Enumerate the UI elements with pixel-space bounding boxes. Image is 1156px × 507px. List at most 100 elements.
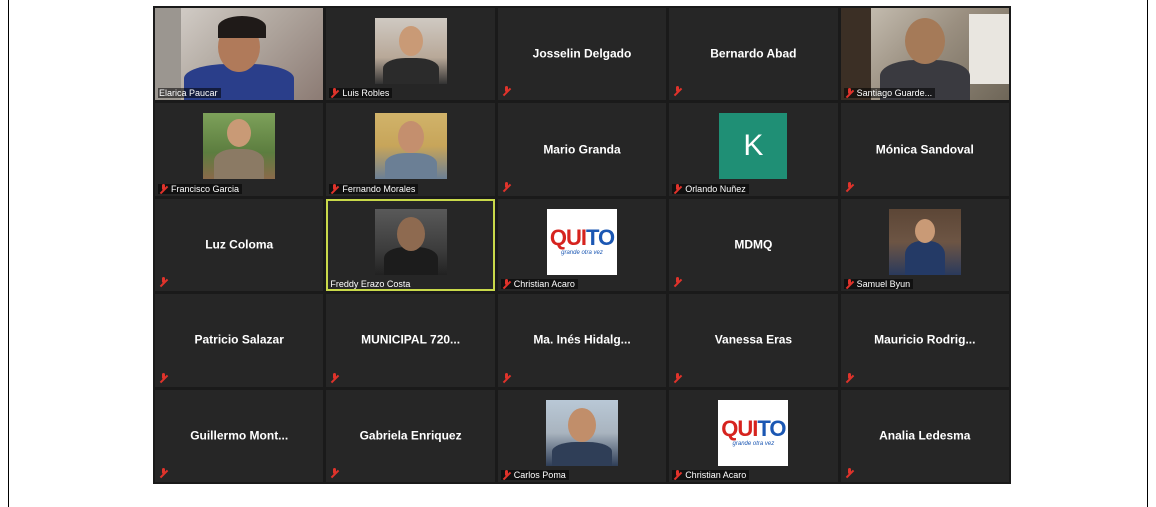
participant-label: Luis Robles xyxy=(329,88,393,99)
participant-name: Carlos Poma xyxy=(513,470,566,480)
person-body xyxy=(382,58,439,84)
logo-wordmark: QUITO xyxy=(721,416,786,442)
mic-muted-icon xyxy=(673,277,682,287)
logo-word-blue: TO xyxy=(757,416,786,442)
participant-name-center: Josselin Delgado xyxy=(532,46,632,61)
avatar-letter: K xyxy=(719,113,788,180)
participant-tile[interactable]: Vanessa Eras xyxy=(669,294,838,387)
mic-muted-icon xyxy=(502,181,511,192)
participant-label: Santiago Guarde... xyxy=(843,88,936,99)
mic-muted-icon xyxy=(330,183,339,194)
participant-label: Orlando Nuñez xyxy=(672,183,749,194)
person-head xyxy=(227,119,252,148)
participant-tile[interactable]: Mario Granda xyxy=(497,103,667,196)
mic-muted-icon xyxy=(845,88,854,98)
person-head xyxy=(914,218,935,243)
mic-muted-icon xyxy=(502,470,511,480)
logo-tagline: grande otra vez xyxy=(561,250,603,257)
participant-name-center: MUNICIPAL 720... xyxy=(361,332,461,347)
participant-name-center: Luz Coloma xyxy=(205,237,274,252)
mic-muted-icon xyxy=(845,181,854,192)
gallery-view: Elarica Paucar Luis Robles Josselin Delg… xyxy=(153,6,1011,484)
participant-photo xyxy=(374,113,447,180)
participant-name-center: Mauricio Rodrig... xyxy=(874,332,976,347)
participant-tile[interactable]: Guillermo Mont... xyxy=(155,389,324,482)
participant-name: Orlando Nuñez xyxy=(685,183,746,194)
participant-name-center: Guillermo Mont... xyxy=(190,428,289,443)
participant-tile[interactable]: MDMQ xyxy=(669,198,838,292)
quito-logo: QUITO grande otra vez xyxy=(546,208,617,275)
logo-word-red: QUI xyxy=(549,225,587,251)
participant-tile[interactable]: Analia Ledesma xyxy=(840,389,1009,482)
participant-label: Carlos Poma xyxy=(500,470,569,480)
mic-muted-icon xyxy=(673,86,682,96)
participant-tile[interactable]: Bernardo Abad xyxy=(669,8,838,101)
participant-name-center: Gabriela Enriquez xyxy=(359,428,462,443)
participant-name: Christian Acaro xyxy=(685,470,747,480)
participant-tile[interactable]: QUITO grande otra vez Christian Acaro xyxy=(669,389,838,482)
person-body xyxy=(384,153,437,180)
participant-name-center: Mónica Sandoval xyxy=(875,141,974,156)
participant-tile[interactable]: Luz Coloma xyxy=(155,198,324,292)
participant-name: Fernando Morales xyxy=(342,183,416,194)
person-head xyxy=(904,18,945,64)
participant-name-center: Ma. Inés Hidalg... xyxy=(533,332,631,347)
participant-tile[interactable]: Samuel Byun xyxy=(840,198,1009,292)
bookshelf xyxy=(840,8,871,101)
participant-name: Freddy Erazo Costa xyxy=(330,279,411,290)
participant-label: Christian Acaro xyxy=(500,279,578,290)
logo-word-blue: TO xyxy=(585,225,615,251)
person-head xyxy=(397,121,424,154)
participant-tile[interactable]: Carlos Poma xyxy=(497,389,667,482)
participant-tile[interactable]: Fernando Morales xyxy=(326,103,495,196)
participant-photo xyxy=(888,208,961,275)
mic-muted-icon xyxy=(159,277,168,287)
participant-photo xyxy=(374,18,447,84)
participant-tile[interactable]: Francisco Garcia xyxy=(155,103,324,196)
participant-tile[interactable]: Mónica Sandoval xyxy=(840,103,1009,196)
participant-tile[interactable]: Patricio Salazar xyxy=(155,294,324,387)
participant-label: Freddy Erazo Costa xyxy=(329,279,413,289)
participant-tile[interactable]: MUNICIPAL 720... xyxy=(326,294,495,387)
person-body xyxy=(383,246,438,275)
participant-label: Fernando Morales xyxy=(329,183,419,194)
participant-name-center: Vanessa Eras xyxy=(714,332,793,347)
video-feed xyxy=(840,8,1009,101)
mic-muted-icon xyxy=(845,279,854,289)
participant-tile[interactable]: Elarica Paucar xyxy=(155,8,324,101)
person-body xyxy=(904,240,945,275)
participant-tile[interactable]: Mauricio Rodrig... xyxy=(840,294,1009,387)
participant-name: Samuel Byun xyxy=(856,279,911,290)
mic-muted-icon xyxy=(330,468,339,478)
person-body xyxy=(551,441,612,466)
participant-photo xyxy=(374,208,447,275)
window-light xyxy=(968,14,1009,84)
participant-label: Francisco Garcia xyxy=(158,183,243,194)
participant-tile[interactable]: Luis Robles xyxy=(326,8,495,101)
mic-muted-icon xyxy=(673,183,682,194)
mic-muted-icon xyxy=(845,468,854,478)
participant-name-center: MDMQ xyxy=(734,237,773,252)
participant-tile[interactable]: QUITO grande otra vez Christian Acaro xyxy=(497,198,667,292)
mic-muted-icon xyxy=(845,372,854,383)
participant-tile[interactable]: Santiago Guarde... xyxy=(840,8,1009,101)
avatar-letter-text: K xyxy=(743,129,764,163)
participant-label: Christian Acaro xyxy=(672,470,750,480)
mic-muted-icon xyxy=(502,372,511,383)
participant-tile[interactable]: K Orlando Nuñez xyxy=(669,103,838,196)
mic-muted-icon xyxy=(502,279,511,289)
page-border-left xyxy=(8,0,9,507)
logo-word-red: QUI xyxy=(721,416,758,442)
person-body xyxy=(214,149,265,180)
participant-name-center: Mario Granda xyxy=(543,141,621,156)
participant-label: Elarica Paucar xyxy=(158,88,221,99)
participant-tile[interactable]: Josselin Delgado xyxy=(497,8,667,101)
participant-tile[interactable]: Ma. Inés Hidalg... xyxy=(497,294,667,387)
mic-muted-icon xyxy=(159,183,168,194)
mic-muted-icon xyxy=(330,372,339,383)
participant-tile[interactable]: Gabriela Enriquez xyxy=(326,389,495,482)
participant-name: Elarica Paucar xyxy=(159,88,218,99)
background-wall xyxy=(155,8,181,101)
participant-tile-active-speaker[interactable]: Freddy Erazo Costa xyxy=(326,198,495,292)
person-head xyxy=(398,26,423,56)
